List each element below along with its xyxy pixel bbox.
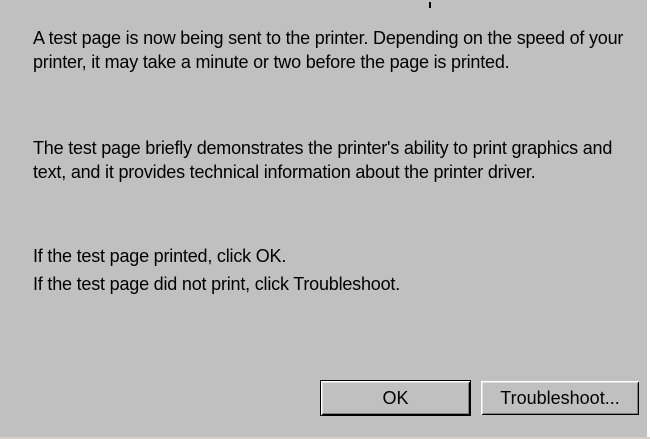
edge-artifact bbox=[429, 2, 431, 8]
instruction-ok: If the test page printed, click OK. bbox=[33, 246, 287, 266]
instruction-troubleshoot: If the test page did not print, click Tr… bbox=[33, 274, 401, 294]
sending-message: A test page is now being sent to the pri… bbox=[33, 28, 624, 72]
test-page-description: The test page briefly demonstrates the p… bbox=[33, 138, 613, 182]
troubleshoot-button[interactable]: Troubleshoot... bbox=[481, 381, 639, 415]
test-page-dialog: A test page is now being sent to the pri… bbox=[0, 0, 650, 439]
ok-button[interactable]: OK bbox=[320, 380, 471, 416]
